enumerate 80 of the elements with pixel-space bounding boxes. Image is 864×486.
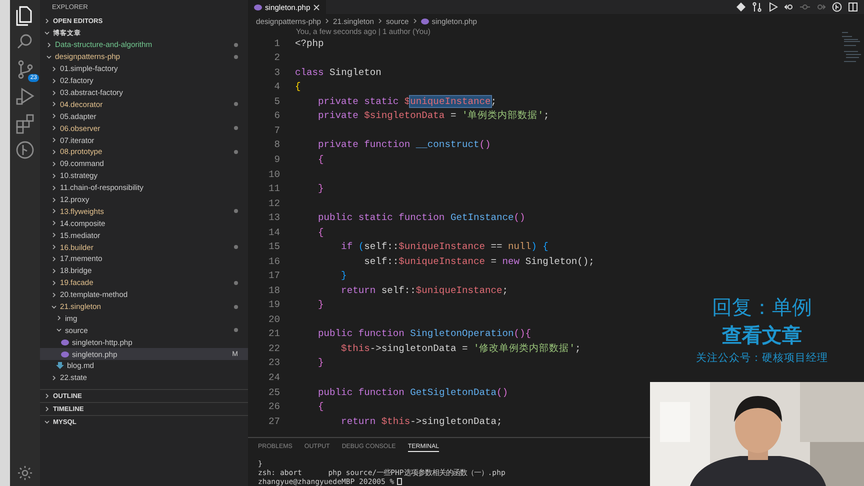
chevron-right-icon	[376, 18, 383, 24]
diamond-icon[interactable]	[736, 2, 746, 12]
code-line: public function SingletonOperation(){	[317, 328, 532, 340]
split-editor-icon[interactable]	[848, 2, 858, 12]
code-line: public static function GetInstance()	[317, 212, 526, 224]
line-number: 2	[273, 52, 281, 64]
chevron-right-icon[interactable]	[44, 406, 50, 412]
code-line: if (self::$uniqueInstance == null) {	[340, 241, 548, 252]
code-line: return $this->singletonData;	[340, 416, 502, 427]
play-icon[interactable]	[768, 2, 778, 12]
chevron-right-icon[interactable]	[51, 374, 57, 381]
code-line: private $singletonData = '单例类内部数据';	[317, 109, 550, 122]
php-file-icon	[254, 4, 262, 10]
line-number: 17	[267, 270, 281, 282]
line-number: 12	[267, 198, 281, 209]
download-arrow-icon	[56, 362, 64, 370]
code-line: public function GetSigletonData()	[317, 386, 508, 398]
code-line: return self::$uniqueInstance;	[340, 284, 508, 296]
line-number: 9	[273, 154, 281, 166]
commit-icon[interactable]	[800, 2, 810, 12]
code-line: {	[295, 81, 301, 92]
line-number: 27	[267, 416, 281, 427]
line-number: 18	[267, 284, 281, 296]
chevron-right-icon[interactable]	[56, 315, 62, 322]
chevron-right-icon	[412, 18, 418, 24]
git-graph-icon[interactable]	[14, 139, 36, 161]
code-line: }	[317, 357, 324, 368]
line-number: 5	[273, 96, 281, 107]
chevron-down-icon[interactable]	[56, 327, 62, 334]
chevron-right-icon[interactable]	[46, 42, 52, 48]
chevron-right-icon[interactable]	[44, 18, 50, 24]
line-number: 23	[267, 357, 281, 368]
line-number: 20	[267, 314, 281, 325]
chevron-down-icon[interactable]	[46, 54, 52, 60]
overlay-subtitle: 查看文章	[722, 324, 802, 349]
line-number: 21	[267, 328, 281, 340]
code-line: {	[317, 226, 324, 238]
chevron-down-icon[interactable]	[44, 30, 50, 36]
line-number: 3	[273, 66, 281, 78]
settings-icon[interactable]	[16, 464, 34, 482]
line-number: 15	[267, 241, 281, 252]
forward-icon[interactable]	[816, 2, 826, 12]
code-line: {	[317, 401, 324, 412]
run-icon[interactable]	[14, 85, 36, 107]
line-number: 16	[267, 256, 281, 267]
chevron-down-icon[interactable]	[51, 304, 57, 310]
code-line: }	[317, 183, 324, 194]
line-number: 6	[273, 110, 281, 122]
code-line: }	[340, 270, 347, 282]
code-line: <?php	[295, 38, 324, 49]
code-line: {	[317, 154, 324, 166]
line-number: 22	[267, 342, 281, 354]
close-icon[interactable]	[313, 4, 320, 10]
code-line: $this->singletonData = '修改单例类内部数据';	[340, 342, 581, 355]
chevron-right-icon	[324, 18, 330, 24]
code-line: class Singleton	[295, 66, 382, 78]
chevron-down-icon[interactable]	[44, 419, 50, 425]
chevron-right-icon[interactable]	[44, 393, 50, 399]
code-line: private function __construct()	[317, 139, 491, 150]
code-line: self::$uniqueInstance = new Singleton();	[363, 256, 594, 267]
line-number: 24	[267, 372, 281, 383]
terminal-cursor	[397, 478, 402, 485]
line-number: 14	[267, 226, 281, 238]
overlay-caption: 关注公众号：硬核项目经理	[696, 351, 828, 366]
line-number: 10	[267, 168, 281, 180]
line-number: 13	[267, 212, 281, 224]
compare-icon[interactable]	[752, 2, 762, 12]
php-file-icon	[420, 18, 429, 24]
overlay-title: 回复：单例	[712, 296, 812, 321]
line-number: 11	[267, 183, 281, 194]
back-icon[interactable]	[784, 2, 794, 12]
code-line: }	[317, 299, 324, 310]
line-number: 25	[267, 386, 281, 398]
line-number: 19	[267, 299, 281, 310]
line-number: 4	[273, 81, 281, 92]
line-number: 8	[273, 139, 281, 150]
line-number: 1	[273, 38, 281, 49]
line-number: 26	[267, 401, 281, 412]
line-number: 7	[273, 124, 281, 136]
extensions-icon[interactable]	[14, 112, 36, 134]
